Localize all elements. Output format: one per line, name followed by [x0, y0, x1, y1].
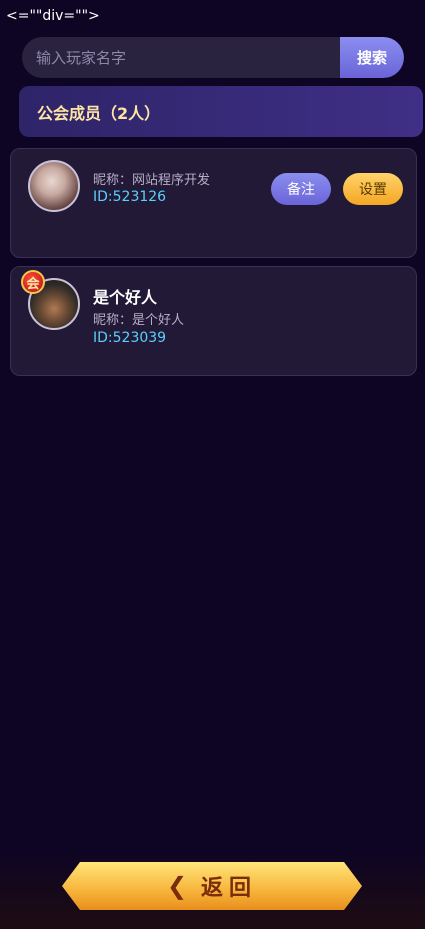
player-name-input[interactable]	[22, 37, 340, 78]
search-bar: 搜索	[22, 37, 404, 78]
note-button[interactable]: 备注	[271, 173, 331, 205]
member-card: 昵称：网站程序开发 ID:523126 备注 设置	[10, 148, 417, 258]
member-id: ID:523039	[93, 330, 167, 346]
members-header: 公会成员（2人）	[19, 86, 423, 137]
avatar	[28, 160, 80, 212]
member-id: ID:523126	[93, 189, 167, 205]
member-card: 会 是个好人 昵称：是个好人 ID:523039	[10, 266, 417, 376]
member-name: 是个好人	[93, 288, 158, 307]
chevron-left-icon: ❮	[166, 872, 188, 900]
members-header-title: 公会成员（2人）	[37, 103, 161, 123]
member-nickname: 昵称：网站程序开发	[93, 173, 211, 188]
search-button[interactable]: 搜索	[340, 37, 404, 78]
guild-leader-badge-icon: 会	[21, 270, 45, 294]
member-nickname: 昵称：是个好人	[93, 313, 185, 328]
back-label: 返回	[201, 876, 258, 901]
back-button[interactable]: ❮ 返回	[62, 862, 362, 910]
stray-markup-text: <=""div="">	[6, 8, 100, 24]
settings-button[interactable]: 设置	[343, 173, 403, 205]
